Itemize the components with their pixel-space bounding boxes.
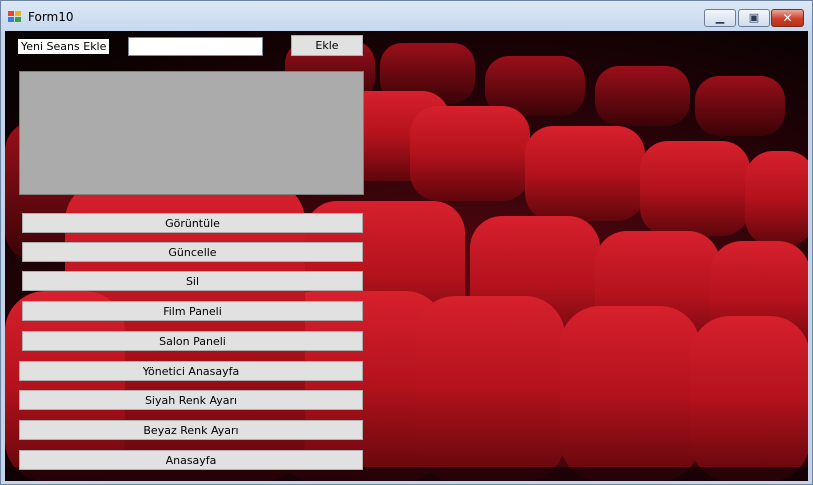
add-button[interactable]: Ekle [291, 35, 363, 56]
delete-button[interactable]: Sil [22, 271, 363, 291]
app-icon [8, 11, 21, 22]
title-bar[interactable]: Form10 ▁ ▣ ✕ [1, 1, 812, 31]
new-session-label: Yeni Seans Ekle [17, 38, 111, 55]
update-button[interactable]: Güncelle [22, 242, 363, 262]
window-title: Form10 [28, 10, 74, 24]
hall-panel-button[interactable]: Salon Paneli [22, 331, 363, 351]
white-color-setting-button[interactable]: Beyaz Renk Ayarı [19, 420, 363, 440]
maximize-icon: ▣ [748, 11, 760, 24]
form10-window: Form10 ▁ ▣ ✕ Yeni Seans Ekle Ekle Görünt… [0, 0, 813, 485]
form-client-area: Yeni Seans Ekle Ekle Görüntüle Güncelle … [5, 31, 808, 481]
view-button[interactable]: Görüntüle [22, 213, 363, 233]
home-button[interactable]: Anasayfa [19, 450, 363, 470]
minimize-icon: ▁ [715, 11, 725, 24]
film-panel-button[interactable]: Film Paneli [22, 301, 363, 321]
sessions-data-grid[interactable] [19, 71, 364, 195]
admin-home-button[interactable]: Yönetici Anasayfa [19, 361, 363, 381]
new-session-input[interactable] [128, 37, 263, 56]
black-color-setting-button[interactable]: Siyah Renk Ayarı [19, 390, 363, 410]
close-button[interactable]: ✕ [771, 9, 804, 27]
close-icon: ✕ [782, 11, 793, 25]
maximize-button[interactable]: ▣ [738, 9, 770, 27]
minimize-button[interactable]: ▁ [704, 9, 736, 27]
